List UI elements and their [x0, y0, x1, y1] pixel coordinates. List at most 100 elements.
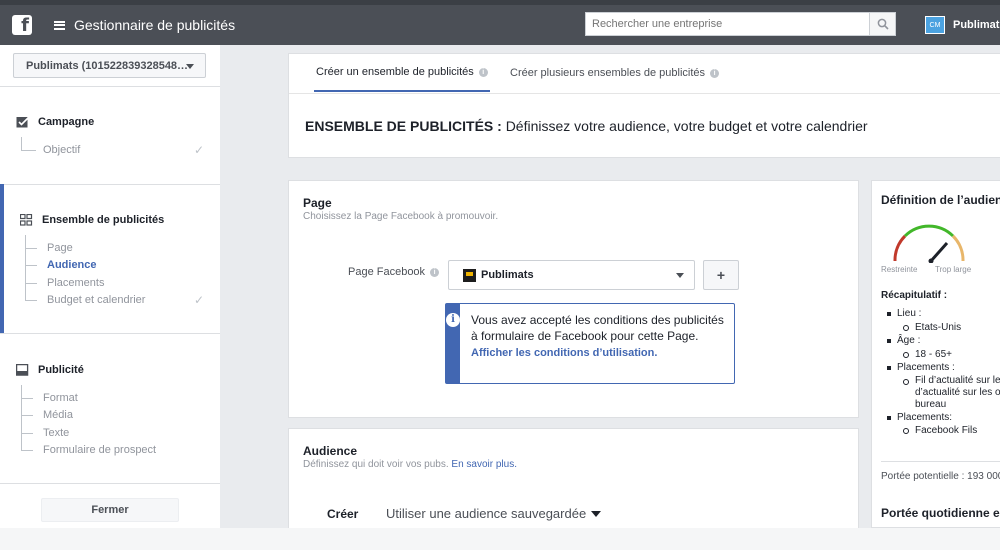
ad-account-value: Publimats (101522839328548…: [26, 59, 189, 72]
saved-audience-label: Utiliser une audience sauvegardée: [386, 506, 587, 521]
terms-notice: i Vous avez accepté les conditions des p…: [445, 303, 735, 384]
tree-line: [21, 433, 33, 434]
section-title-audience: Audience: [303, 444, 358, 458]
chevron-down-icon: [676, 273, 684, 278]
sidebar-section-label: Publicité: [38, 364, 84, 376]
sidebar-item-objective[interactable]: Objectif: [43, 144, 80, 156]
grid-icon: [20, 214, 33, 226]
business-search: [585, 12, 896, 36]
gauge-label-narrow: Restreinte: [881, 265, 918, 274]
account-name: Publimats: [953, 19, 1000, 31]
learn-more-link[interactable]: En savoir plus.: [451, 459, 517, 470]
facebook-logo-icon[interactable]: f: [12, 15, 32, 35]
page-title-rest: Définissez votre audience, votre budget …: [505, 118, 868, 134]
summary-value: Etats-Unis: [881, 321, 1000, 335]
section-subtitle: Définissez qui doit voir vos pubs. En sa…: [303, 459, 517, 470]
info-icon: i: [446, 313, 460, 327]
close-button[interactable]: Fermer: [41, 498, 179, 522]
app-title: Gestionnaire de publicités: [74, 17, 236, 33]
tree-line: [25, 265, 37, 266]
menu-icon[interactable]: [54, 20, 65, 30]
section-title-page: Page: [303, 196, 332, 210]
audience-card: Audience Définissez qui doit voir vos pu…: [288, 428, 859, 528]
view-terms-link[interactable]: Afficher les conditions d’utilisation.: [471, 347, 657, 359]
account-avatar: CM: [925, 16, 945, 34]
tab-label: Créer plusieurs ensembles de publicités: [510, 67, 706, 79]
tree-line: [25, 235, 26, 300]
divider: [289, 93, 1000, 94]
sidebar-item-lead-form[interactable]: Formulaire de prospect: [43, 444, 156, 456]
tab-create-multiple[interactable]: Créer plusieurs ensembles de publicités …: [510, 54, 720, 92]
saved-audience-dropdown[interactable]: Utiliser une audience sauvegardée: [386, 506, 602, 521]
page-logo-icon: [463, 268, 476, 282]
add-page-button[interactable]: +: [703, 260, 739, 290]
tree-line: [21, 385, 22, 450]
check-icon: ✓: [194, 293, 205, 307]
sidebar-item-ad[interactable]: Publicité: [16, 364, 84, 376]
sidebar-item-format[interactable]: Format: [43, 392, 78, 404]
search-button[interactable]: [869, 13, 895, 35]
notice-accent: i: [446, 304, 460, 383]
tab-create-single[interactable]: Créer un ensemble de publicités i: [314, 54, 490, 92]
sidebar-item-placements[interactable]: Placements: [47, 277, 104, 289]
sidebar-item-text[interactable]: Texte: [43, 427, 69, 439]
info-icon[interactable]: i: [430, 267, 440, 277]
panel-title: Définition de l’audience: [881, 193, 1000, 207]
section-ad: Publicité Format Média Texte Formulaire …: [0, 333, 220, 483]
tree-line: [21, 150, 36, 151]
tree-line: [21, 415, 33, 416]
facebook-page-select[interactable]: Publimats: [448, 260, 695, 290]
daily-reach-title: Portée quotidienne estimée: [881, 506, 1000, 520]
divider: [881, 461, 1000, 462]
checkbox-icon: [16, 117, 29, 128]
notice-text: Vous avez accepté les conditions des pub…: [471, 313, 724, 343]
sidebar-item-page[interactable]: Page: [47, 242, 73, 254]
sidebar-section-label: Campagne: [38, 116, 95, 128]
search-icon: [877, 18, 889, 30]
summary-item: Placements:: [881, 411, 1000, 425]
summary-list: Lieu : Etats-Unis Âge : 18 - 65+ Placeme…: [881, 307, 1000, 438]
ad-icon: [16, 364, 29, 376]
check-icon: ✓: [194, 143, 205, 157]
ad-set-header: Créer un ensemble de publicités i Créer …: [288, 53, 1000, 158]
sidebar-item-audience[interactable]: Audience: [47, 259, 97, 271]
sidebar-item-ad-set[interactable]: Ensemble de publicités: [20, 214, 164, 226]
summary-value: Facebook Fils: [881, 424, 1000, 438]
divider: [0, 483, 220, 484]
audience-gauge-icon: [893, 224, 965, 263]
section-campaign: Campagne Objectif ✓: [0, 86, 220, 184]
page-card: Page Choisissez la Page Facebook à promo…: [288, 180, 859, 418]
selected-page: Publimats: [481, 269, 534, 281]
sidebar-item-campaign[interactable]: Campagne: [16, 116, 94, 128]
create-label: Créer: [327, 507, 359, 521]
field-label-facebook-page: Page Facebook i: [348, 266, 440, 278]
gauge-label-broad: Trop large: [935, 265, 972, 274]
field-label-text: Page Facebook: [348, 266, 426, 278]
summary-item: Placements :: [881, 361, 1000, 375]
sidebar-item-media[interactable]: Média: [43, 409, 73, 421]
potential-reach: Portée potentielle : 193 000 000 personn…: [881, 471, 1000, 482]
info-icon[interactable]: i: [478, 67, 488, 77]
summary-item: Âge :: [881, 334, 1000, 348]
summary-value: Fil d’actualité sur les mobiles ou Fil d…: [881, 375, 1000, 411]
sidebar-section-label: Ensemble de publicités: [42, 214, 165, 226]
sidebar: Publimats (101522839328548… Campagne Obj…: [0, 45, 220, 528]
tree-line: [21, 450, 33, 451]
chevron-down-icon: [186, 64, 194, 69]
ad-account-select[interactable]: Publimats (101522839328548…: [13, 53, 206, 78]
summary-value: 18 - 65+: [881, 348, 1000, 362]
subtitle-text: Définissez qui doit voir vos pubs.: [303, 459, 449, 470]
account-menu[interactable]: CM Publimats: [925, 16, 1000, 34]
search-input[interactable]: [586, 13, 869, 35]
info-icon[interactable]: i: [710, 68, 720, 78]
tree-line: [25, 300, 37, 301]
tree-line: [25, 283, 37, 284]
section-ad-set: Ensemble de publicités Page Audience Pla…: [0, 184, 220, 333]
sidebar-item-budget[interactable]: Budget et calendrier: [47, 294, 145, 306]
page-title: ENSEMBLE DE PUBLICITÉS : Définissez votr…: [305, 118, 868, 134]
notice-body: Vous avez accepté les conditions des pub…: [460, 304, 734, 383]
audience-definition-panel: Définition de l’audience Restreinte Trop…: [871, 180, 1000, 528]
tree-line: [25, 248, 37, 249]
section-subtitle: Choisissez la Page Facebook à promouvoir…: [303, 211, 499, 222]
tab-label: Créer un ensemble de publicités: [316, 66, 474, 78]
